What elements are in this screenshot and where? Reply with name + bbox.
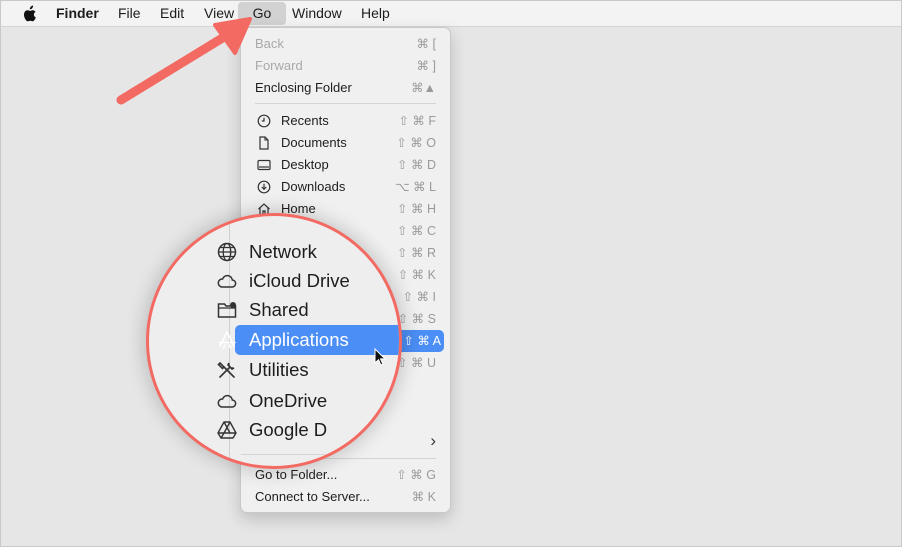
tools-icon [217, 361, 235, 378]
cloud-icon [217, 394, 237, 408]
shortcut: ⇧ ⌘ U [397, 356, 436, 370]
shortcut: ⇧ ⌘ I [402, 290, 436, 304]
shared-folder-icon [217, 302, 237, 318]
menu-go[interactable]: Go [238, 2, 286, 25]
airdrop-icon [217, 217, 237, 237]
menu-item-label: Shared [249, 299, 309, 320]
chevron-right-icon: › [430, 431, 436, 450]
menu-item-label: Connect to Server... [255, 489, 370, 504]
download-icon [257, 180, 271, 194]
menu-item-label: Recents [281, 113, 329, 128]
menu-item-documents[interactable]: Documents ⇧ ⌘ O [255, 132, 436, 154]
shortcut: ⇧ ⌘ D [397, 158, 436, 172]
menu-item-downloads[interactable]: Downloads ⌥ ⌘ L [255, 176, 436, 198]
menu-item-label: Applications [249, 329, 349, 350]
annotation-arrow-icon [116, 17, 252, 105]
menu-item-label: Utilities [249, 359, 309, 380]
shortcut: ⌘ ] [416, 59, 436, 73]
shortcut: ⇧ ⌘ S [397, 312, 436, 326]
document-icon [259, 136, 269, 150]
menu-item-enclosing-folder[interactable]: Enclosing Folder ⌘▲ [255, 77, 436, 99]
menu-item-label: OneDrive [249, 390, 328, 411]
shortcut: ⇧ ⌘ O [396, 136, 436, 150]
selected-shortcut: ⇧ ⌘ A [403, 334, 441, 348]
shortcut: ⌘ [ [416, 37, 436, 51]
desktop-background: Finder File Edit View Go Window Help Bac… [0, 0, 902, 547]
menu-item-forward[interactable]: Forward ⌘ ] [255, 55, 436, 77]
menu-bar: Finder File Edit View Go Window Help [1, 1, 901, 27]
shortcut: ⌥ ⌘ L [395, 180, 436, 194]
menu-item-label: Documents [281, 135, 347, 150]
apple-logo-icon[interactable] [21, 1, 37, 26]
mouse-pointer-icon [374, 348, 386, 366]
google-drive-icon [217, 421, 237, 439]
applications-icon [218, 331, 236, 349]
shortcut: ⇧ ⌘ G [396, 468, 436, 482]
menu-item-label: Downloads [281, 179, 346, 194]
menu-item-back[interactable]: Back ⌘ [ [255, 33, 436, 55]
menu-item-label: iCloud Drive [249, 270, 350, 291]
menu-view[interactable]: View [204, 1, 234, 26]
menu-item-label: Google D [249, 419, 328, 440]
menu-item-recents[interactable]: Recents ⇧ ⌘ F [255, 110, 436, 132]
shortcut: ⇧ ⌘ H [397, 202, 436, 216]
menu-file[interactable]: File [118, 1, 141, 26]
menu-window[interactable]: Window [292, 1, 342, 26]
desktop-icon [257, 159, 271, 171]
shortcut: ⇧ ⌘ C [397, 224, 436, 238]
menu-finder[interactable]: Finder [56, 1, 99, 26]
shortcut: ⌘▲ [411, 81, 436, 95]
menu-item-label: Enclosing Folder [255, 80, 352, 95]
menu-item-connect-to-server[interactable]: Connect to Server... ⌘ K [255, 486, 436, 508]
menu-edit[interactable]: Edit [160, 1, 184, 26]
house-icon [258, 203, 270, 216]
magnifier-circle: AirDrop Network iCloud Drive Shared Appl… [149, 216, 399, 466]
shortcut: ⇧ ⌘ K [397, 268, 436, 282]
shortcut: ⇧ ⌘ F [398, 114, 436, 128]
menu-separator [241, 454, 399, 455]
menu-item-label: Back [255, 36, 284, 51]
menu-separator [255, 103, 436, 104]
menu-item-label: Go to Folder... [255, 467, 338, 482]
menu-item-label: Forward [255, 58, 303, 73]
menu-help[interactable]: Help [361, 1, 390, 26]
menu-item-desktop[interactable]: Desktop ⇧ ⌘ D [255, 154, 436, 176]
shortcut: ⌘ K [411, 490, 436, 504]
globe-icon [217, 242, 237, 262]
menu-item-label: Network [249, 241, 317, 262]
shortcut: ⇧ ⌘ R [397, 246, 436, 260]
clock-icon [257, 114, 271, 128]
menu-item-go-to-folder[interactable]: Go to Folder... ⇧ ⌘ G [255, 464, 436, 486]
cloud-icon [217, 274, 237, 288]
menu-item-label: Desktop [281, 157, 329, 172]
